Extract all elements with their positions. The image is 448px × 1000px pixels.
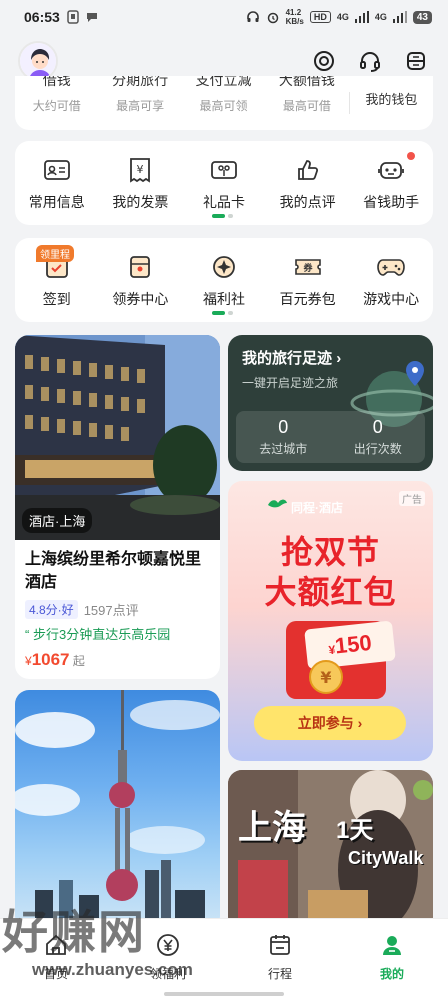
hotel-photo: 酒店·上海 bbox=[15, 335, 220, 540]
alarm-icon bbox=[267, 12, 278, 24]
citywalk-days: 1天 bbox=[336, 817, 374, 844]
message-icon bbox=[86, 13, 97, 22]
grid-item-invoice[interactable]: ¥ 我的发票 bbox=[99, 156, 183, 212]
grid-item-coupon-center[interactable]: 领券中心 bbox=[99, 253, 183, 309]
svg-text:¥: ¥ bbox=[320, 668, 331, 687]
shanghai-tower-photo bbox=[15, 690, 220, 930]
hotel-name: 上海缤纷里希尔顿嘉悦里酒店 bbox=[25, 551, 202, 591]
citywalk-city: 上海 bbox=[238, 809, 306, 847]
bottom-tab-bar: 首页 领福利 行程 我的 bbox=[0, 918, 448, 1000]
id-card-icon bbox=[43, 156, 71, 184]
signal-label-2: 4G bbox=[374, 12, 387, 22]
quote-icon: “ bbox=[25, 627, 30, 642]
stat-cities: 0 去过城市 bbox=[259, 417, 308, 456]
ad-label: 广告 bbox=[399, 491, 425, 506]
grid-item-my-reviews[interactable]: 我的点评 bbox=[266, 156, 350, 212]
gamepad-icon bbox=[377, 253, 405, 281]
itinerary-icon bbox=[266, 931, 294, 959]
avatar[interactable] bbox=[18, 41, 58, 81]
yen-coin-icon bbox=[154, 931, 182, 959]
signal-icon-2 bbox=[392, 11, 407, 23]
grid-item-voucher-pack[interactable]: 券 百元券包 bbox=[266, 253, 350, 309]
coin-icon: ¥ bbox=[309, 660, 343, 694]
wallet-item-pay-discount[interactable]: 支付立减 最高可领 bbox=[182, 76, 265, 130]
travel-footprint-card[interactable]: 我的旅行足迹 › 一键开启足迹之旅 0 去过城市 0 出行次数 bbox=[228, 335, 433, 471]
voucher-icon: 券 bbox=[294, 253, 322, 281]
citywalk-card[interactable]: 上海 1天 CityWalk bbox=[228, 770, 433, 930]
join-now-button[interactable]: 立即参与 › bbox=[254, 706, 406, 740]
signal-label-1: 4G bbox=[336, 12, 349, 22]
tab-benefits[interactable]: 领福利 bbox=[112, 919, 224, 1000]
stat-trips: 0 出行次数 bbox=[353, 417, 402, 456]
scan-icon[interactable] bbox=[310, 47, 338, 75]
grid-item-welfare-club[interactable]: 福利社 bbox=[182, 253, 266, 309]
status-time: 06:53 bbox=[24, 9, 60, 25]
customer-service-icon[interactable] bbox=[356, 47, 384, 75]
coupon-icon bbox=[126, 253, 154, 281]
welfare-icon bbox=[210, 253, 238, 281]
tab-home[interactable]: 首页 bbox=[0, 919, 112, 1000]
sim-alert-icon bbox=[67, 10, 79, 24]
user-icon bbox=[378, 931, 406, 959]
wallet-item-large-loan[interactable]: 大额借钱 最高可借 bbox=[265, 76, 348, 130]
battery-level: 43 bbox=[412, 10, 432, 24]
hotel-rating: 4.8分·好 bbox=[25, 600, 78, 619]
thumbs-up-icon bbox=[294, 156, 322, 184]
wallet-item-borrow[interactable]: 借钱 大约可借 bbox=[15, 76, 98, 130]
hotel-highlight: 步行3分钟直达乐高乐园 bbox=[32, 627, 171, 642]
brand-logo-icon bbox=[268, 499, 287, 508]
grid-item-gift-card[interactable]: 礼品卡 bbox=[182, 156, 266, 212]
footprint-title: 我的旅行足迹 bbox=[242, 350, 333, 367]
gift-card-icon bbox=[210, 156, 238, 184]
wallet-item-installment[interactable]: 分期旅行 最高可享 bbox=[98, 76, 181, 130]
destination-card[interactable] bbox=[15, 690, 220, 930]
grid-item-check-in[interactable]: 领里程 签到 bbox=[15, 245, 99, 309]
home-indicator bbox=[164, 992, 284, 996]
tab-me[interactable]: 我的 bbox=[336, 919, 448, 1000]
robot-icon bbox=[377, 156, 405, 184]
footprint-subtitle: 一键开启足迹之旅 bbox=[242, 376, 339, 390]
page-indicator bbox=[212, 311, 233, 315]
invoice-icon: ¥ bbox=[126, 156, 154, 184]
benefits-grid: 领里程 签到 领券中心 福利社 券 百元券包 游戏中心 bbox=[15, 238, 433, 322]
home-icon bbox=[42, 931, 70, 959]
grid-item-game-center[interactable]: 游戏中心 bbox=[349, 253, 433, 309]
hotel-review-count: 1597点评 bbox=[83, 603, 139, 618]
hotel-location-tag: 酒店·上海 bbox=[22, 508, 93, 533]
wallet-strip: 借钱 大约可借 分期旅行 最高可享 支付立减 最高可领 大额借钱 最高可借 我的… bbox=[15, 76, 433, 130]
headphone-icon bbox=[246, 11, 259, 22]
page-indicator bbox=[212, 214, 233, 218]
notification-dot bbox=[407, 152, 416, 160]
svg-text:¥: ¥ bbox=[137, 163, 144, 176]
svg-text:券: 券 bbox=[302, 262, 313, 274]
net-unit: KB/s bbox=[285, 17, 304, 26]
signal-icon bbox=[354, 11, 369, 23]
grid-item-common-info[interactable]: 常用信息 bbox=[15, 156, 99, 212]
hotel-price: ¥1067 起 bbox=[25, 650, 85, 669]
my-wallet-link[interactable]: 我的钱包 bbox=[350, 76, 433, 130]
tools-grid: 常用信息 ¥ 我的发票 礼品卡 我的点评 省钱助手 bbox=[15, 141, 433, 225]
tab-itinerary[interactable]: 行程 bbox=[224, 919, 336, 1000]
grid-item-savings-assistant[interactable]: 省钱助手 bbox=[349, 152, 433, 212]
net-speed: 41.2 bbox=[285, 8, 302, 17]
chevron-right-icon: › bbox=[336, 350, 342, 367]
mileage-badge: 领里程 bbox=[36, 245, 74, 262]
citywalk-label: CityWalk bbox=[348, 848, 424, 868]
hotel-card[interactable]: 酒店·上海 上海缤纷里希尔顿嘉悦里酒店 4.8分·好 1597点评 “ 步行3分… bbox=[15, 335, 220, 679]
settings-icon[interactable] bbox=[402, 47, 430, 75]
status-bar: 06:53 41.2 KB/s HD 4G 4G 43 bbox=[0, 0, 448, 34]
promo-ad-card[interactable]: 同程·酒店 广告 抢双节 大额红包 ¥150 ¥ 立即参与 › bbox=[228, 481, 433, 761]
ad-headline-2: 大额红包 bbox=[264, 574, 397, 610]
footprint-stats: 0 去过城市 0 出行次数 bbox=[236, 411, 425, 463]
hd-badge: HD bbox=[309, 11, 331, 23]
ad-brand: 同程·酒店 bbox=[291, 501, 343, 515]
